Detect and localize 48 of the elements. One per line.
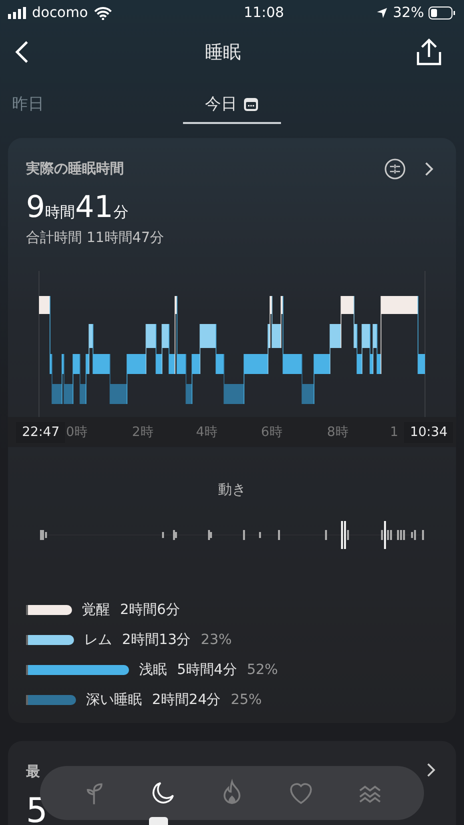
axis-label: 6時 xyxy=(261,424,282,441)
stage-label: レム xyxy=(84,631,112,649)
sliders-icon xyxy=(384,158,406,180)
clock-time: 11:08 xyxy=(242,5,284,21)
chevron-icon xyxy=(424,161,434,177)
stage-bar xyxy=(26,605,72,615)
chevron-icon xyxy=(426,762,436,778)
stage-percent: 52% xyxy=(246,662,278,678)
axis-label: 4時 xyxy=(196,424,218,441)
carrier-name: docomo xyxy=(32,5,88,21)
calendar-icon xyxy=(243,96,259,112)
minutes-value: 41 xyxy=(75,190,114,225)
card-title: 最 xyxy=(26,763,40,781)
battery-icon xyxy=(428,6,456,20)
heart-rate-value: 5 xyxy=(26,791,48,825)
stage-label: 深い睡眠 xyxy=(86,691,142,709)
wifi-icon xyxy=(94,6,112,20)
location-icon xyxy=(376,7,388,19)
end-time: 10:34 xyxy=(404,422,454,442)
stage-bar xyxy=(26,635,74,645)
page-title: 睡眠 xyxy=(205,41,241,64)
hours-unit: 時間 xyxy=(45,203,76,222)
axis-label: 8時 xyxy=(327,424,348,441)
axis-label: 0時 xyxy=(66,424,88,441)
stage-label: 覚醒 xyxy=(82,601,110,619)
day-tab[interactable]: 今日 xyxy=(183,86,281,124)
start-time: 22:47 xyxy=(16,422,66,442)
battery-percent: 32% xyxy=(392,5,424,21)
movement-title: 動き xyxy=(218,481,246,499)
card-title: 実際の睡眠時間 xyxy=(26,160,125,178)
stage-duration: 2時間6分 xyxy=(120,601,180,619)
stage-duration: 5時間4分 xyxy=(177,661,237,679)
total-time: 合計時間 11時間47分 xyxy=(26,229,164,247)
back-icon xyxy=(14,40,30,64)
stage-duration: 2時間13分 xyxy=(122,631,191,649)
minutes-unit: 分 xyxy=(113,203,128,222)
stage-bar xyxy=(26,695,76,705)
stage-percent: 25% xyxy=(230,692,262,708)
share-icon xyxy=(416,38,442,66)
stage-percent: 23% xyxy=(200,632,232,648)
signal-icon xyxy=(8,7,28,19)
hours-value: 9 xyxy=(26,190,46,225)
day-tab[interactable]: 昨日 xyxy=(8,86,48,124)
axis-label: 1 xyxy=(390,424,398,440)
stage-label: 浅眠 xyxy=(139,661,167,679)
stage-duration: 2時間24分 xyxy=(152,691,221,709)
axis-label: 2時 xyxy=(132,424,154,441)
selected-indicator xyxy=(149,817,168,825)
